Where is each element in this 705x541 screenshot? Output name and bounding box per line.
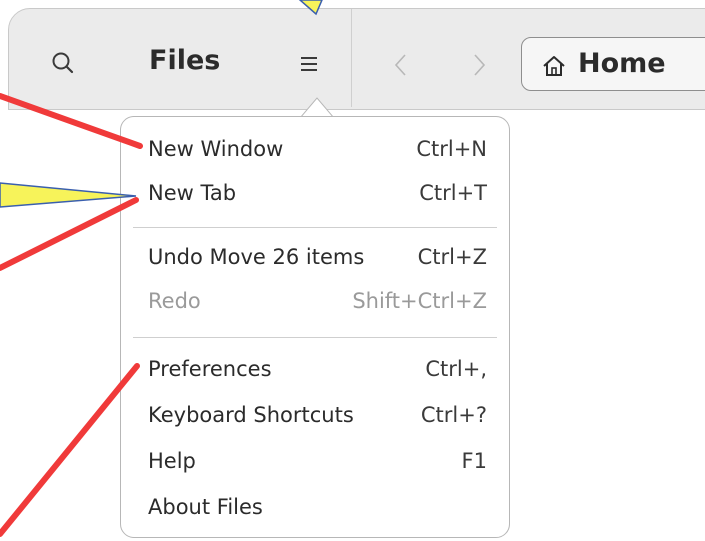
- hamburger-menu-icon: [301, 57, 317, 71]
- menu-item-new-tab[interactable]: New Tab Ctrl+T: [148, 175, 487, 215]
- menu-item-redo: Redo Shift+Ctrl+Z: [148, 283, 487, 323]
- location-label: Home: [578, 48, 666, 79]
- forward-button[interactable]: [469, 51, 489, 86]
- menu-item-shortcut: Ctrl+Z: [417, 245, 487, 269]
- menu-item-shortcut: Ctrl+,: [425, 357, 487, 381]
- menu-item-about-files[interactable]: About Files: [148, 489, 487, 529]
- sidebar-header: Files: [9, 9, 352, 107]
- annotation-line-preferences: [0, 363, 140, 537]
- menu-item-shortcut: Ctrl+?: [420, 403, 487, 427]
- menu-item-shortcut: Shift+Ctrl+Z: [352, 289, 487, 313]
- location-home-button[interactable]: Home: [521, 37, 705, 91]
- main-menu-button[interactable]: [295, 49, 325, 79]
- menu-item-label: Undo Move 26 items: [148, 245, 365, 269]
- main-menu-popover: New Window Ctrl+N New Tab Ctrl+T Undo Mo…: [120, 116, 510, 538]
- menu-item-label: New Window: [148, 137, 284, 161]
- chevron-left-icon: [394, 54, 406, 76]
- menu-item-keyboard-shortcuts[interactable]: Keyboard Shortcuts Ctrl+?: [148, 397, 487, 437]
- files-window-headerbar: Files Home: [8, 8, 705, 110]
- chevron-right-icon: [474, 54, 486, 76]
- menu-item-label: Help: [148, 449, 196, 473]
- menu-item-undo[interactable]: Undo Move 26 items Ctrl+Z: [148, 239, 487, 279]
- menu-separator: [133, 337, 497, 338]
- app-title: Files: [149, 45, 221, 76]
- menu-item-help[interactable]: Help F1: [148, 443, 487, 483]
- menu-item-label: Redo: [148, 289, 201, 313]
- back-button[interactable]: [391, 51, 411, 86]
- menu-item-new-window[interactable]: New Window Ctrl+N: [148, 131, 487, 171]
- menu-item-preferences[interactable]: Preferences Ctrl+,: [148, 351, 487, 391]
- annotation-line-new-tab: [0, 197, 139, 271]
- menu-separator: [133, 227, 497, 228]
- annotation-callout-left: [0, 182, 137, 208]
- menu-item-shortcut: F1: [461, 449, 487, 473]
- home-icon: [543, 56, 565, 76]
- menu-item-label: About Files: [148, 495, 263, 519]
- menu-item-label: Preferences: [148, 357, 272, 381]
- menu-item-label: Keyboard Shortcuts: [148, 403, 354, 427]
- menu-item-label: New Tab: [148, 181, 237, 205]
- menu-item-shortcut: Ctrl+T: [419, 181, 487, 205]
- menu-item-shortcut: Ctrl+N: [416, 137, 487, 161]
- search-icon: [52, 52, 74, 74]
- popover-arrow: [300, 97, 334, 118]
- search-button[interactable]: [49, 49, 79, 79]
